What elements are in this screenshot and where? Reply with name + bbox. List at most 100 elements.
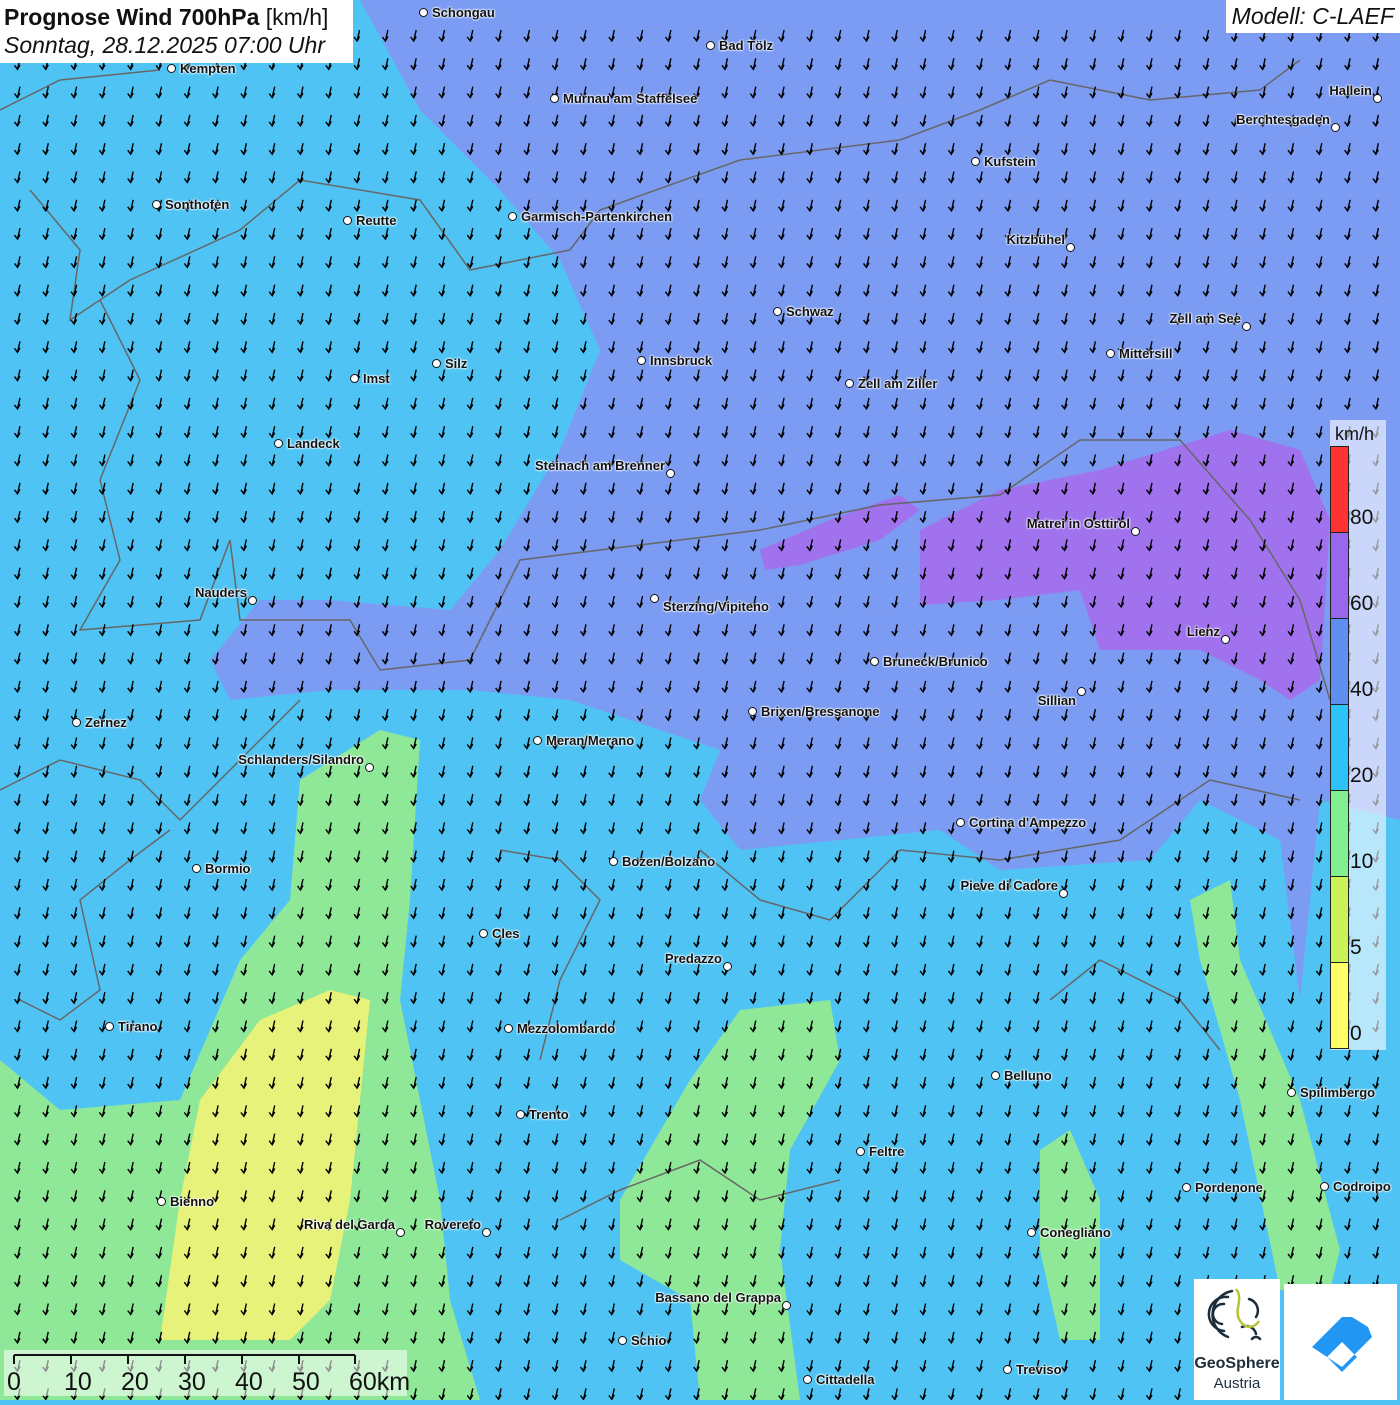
city-label: Rovereto (424, 1217, 481, 1232)
city-label: Sillian (1037, 693, 1076, 708)
city-label: Kempten (180, 61, 236, 76)
city-dot-icon (723, 962, 732, 971)
city-dot-icon (482, 1228, 491, 1237)
city-label: Silz (445, 356, 468, 371)
legend-label: 40 (1350, 678, 1374, 701)
city-label: Schio (631, 1333, 667, 1348)
city-label: Belluno (1004, 1068, 1052, 1083)
city-dot-icon (1059, 889, 1068, 898)
city-dot-icon (1106, 349, 1115, 358)
city-dot-icon (1131, 527, 1140, 536)
city-dot-icon (971, 157, 980, 166)
city-label: Kufstein (984, 154, 1036, 169)
city-dot-icon (609, 857, 618, 866)
city-dot-icon (773, 307, 782, 316)
city-dot-icon (1066, 243, 1075, 252)
city-dot-icon (192, 864, 201, 873)
city-dot-icon (956, 818, 965, 827)
legend-color-swatch (1330, 532, 1349, 619)
city-label: Riva del Garda (303, 1217, 395, 1232)
city-label: Schlanders/Silandro (238, 752, 364, 767)
city-dot-icon (870, 657, 879, 666)
scale-label: 10 (64, 1368, 92, 1396)
city-label: Cittadella (816, 1372, 875, 1387)
city-dot-icon (432, 359, 441, 368)
legend-color-swatch (1330, 876, 1349, 963)
city-label: Bormio (205, 861, 251, 876)
city-label: Landeck (287, 436, 340, 451)
scale-label: 0 (7, 1368, 21, 1396)
city-dot-icon (167, 64, 176, 73)
city-label: Reutte (356, 213, 397, 228)
city-label: Innsbruck (650, 353, 713, 368)
city-label: Sonthofen (165, 197, 230, 212)
scale-bar: 0 10 20 30 40 50 60km (4, 1350, 411, 1396)
title-panel: Prognose Wind 700hPa [km/h] Sonntag, 28.… (0, 0, 353, 63)
legend-label: 60 (1350, 592, 1374, 615)
city-label: Meran/Merano (546, 733, 635, 748)
scale-label: 20 (121, 1368, 149, 1396)
scale-ticks (13, 1354, 356, 1364)
city-label: Cles (492, 926, 520, 941)
city-dot-icon (419, 8, 428, 17)
legend-label: 20 (1350, 764, 1374, 787)
city-label: Brixen/Bressanone (761, 704, 880, 719)
forecast-datetime: Sonntag, 28.12.2025 07:00 Uhr (4, 32, 325, 58)
logo-text-austria: Austria (1213, 1375, 1261, 1392)
city-label: Kitzbühel (1006, 232, 1066, 247)
model-label: Modell: C-LAEF (1225, 0, 1400, 33)
city-dot-icon (666, 469, 675, 478)
city-label: Nauders (194, 585, 247, 600)
city-dot-icon (508, 212, 517, 221)
city-label: Steinach am Brenner (534, 458, 665, 473)
city-dot-icon (350, 374, 359, 383)
city-dot-icon (748, 707, 757, 716)
city-label: Zell am Ziller (858, 376, 938, 391)
city-dot-icon (152, 200, 161, 209)
city-dot-icon (105, 1022, 114, 1031)
city-dot-icon (274, 439, 283, 448)
city-label: Bienno (170, 1194, 215, 1209)
city-dot-icon (1182, 1183, 1191, 1192)
city-label: Imst (363, 371, 390, 386)
geosphere-logo[interactable]: GeoSphere Austria (1194, 1279, 1280, 1400)
city-label: Bruneck/Brunico (883, 654, 988, 669)
city-dot-icon (706, 41, 715, 50)
map-title: Prognose Wind 700hPa (4, 4, 260, 30)
city-label: Sterzing/Vipiteno (663, 599, 769, 614)
city-label: Bad Tölz (719, 38, 774, 53)
map-unit: [km/h] (265, 4, 329, 30)
city-dot-icon (157, 1197, 166, 1206)
city-label: Bassano del Grappa (655, 1290, 781, 1305)
city-label: Spilimbergo (1300, 1085, 1376, 1100)
city-dot-icon (516, 1110, 525, 1119)
scale-label: 40 (235, 1368, 263, 1396)
city-label: Codroipo (1333, 1179, 1391, 1194)
city-label: Lienz (1186, 624, 1220, 639)
city-dot-icon (845, 379, 854, 388)
city-label: Murnau am Staffelsee (563, 91, 698, 106)
partner-mark-icon (1312, 1317, 1372, 1372)
city-label: Zernez (85, 715, 127, 730)
city-label: Schongau (432, 5, 495, 20)
city-label: Feltre (869, 1144, 905, 1159)
city-dot-icon (550, 94, 559, 103)
city-label: Conegliano (1040, 1225, 1111, 1240)
city-label: Schwaz (786, 304, 834, 319)
legend-label: 80 (1350, 506, 1374, 529)
scale-label: 60km (349, 1368, 411, 1396)
legend-color-swatch (1330, 962, 1349, 1049)
legend-label: 5 (1350, 936, 1362, 959)
legend-unit: km/h (1335, 424, 1375, 444)
city-dot-icon (72, 718, 81, 727)
logo-text-geosphere: GeoSphere (1194, 1355, 1280, 1372)
partner-logo[interactable] (1284, 1284, 1397, 1400)
city-label: Trento (529, 1107, 569, 1122)
city-dot-icon (1027, 1228, 1036, 1237)
city-label: Pieve di Cadore (960, 878, 1058, 893)
legend-color-swatch (1330, 704, 1349, 791)
legend-label: 10 (1350, 850, 1374, 873)
city-label: Mittersill (1119, 346, 1173, 361)
city-dot-icon (1242, 322, 1251, 331)
city-label: Matrei in Osttirol (1026, 516, 1130, 531)
